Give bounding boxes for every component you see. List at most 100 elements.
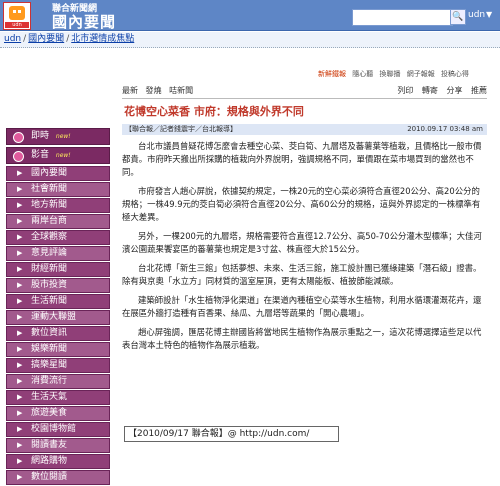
paragraph: 建築師設計「水生植物淨化渠道」在渠道內種植空心菜等水生植物，利用水循環灌溉花卉，… <box>122 295 482 318</box>
chevron-right-icon: ▶ <box>17 201 23 209</box>
paragraph: 台北市議員曾疑花博怎麼會去種空心菜、茭白筍、九層塔及蕃薯葉等植栽，且價格比一般市… <box>122 141 482 177</box>
article-signature: 【2010/09/17 聯合報】@ http://udn.com/ <box>124 426 339 442</box>
sidebar-subitem-label: 意見評論 <box>31 248 68 258</box>
paragraph: 趙心屏強調，匯居花博主辦國皆將當地民生植物作為展示重點之一，這次花博選擇這些足以… <box>122 327 482 350</box>
breadcrumb-udn[interactable]: udn <box>4 34 21 44</box>
article-source: 【聯合報／記者錢震宇／台北報導】 <box>125 125 237 133</box>
sidebar-item-label: 影音 <box>31 150 50 160</box>
toplink-0[interactable]: 新鮮鐵報 <box>318 70 346 78</box>
breadcrumb-topic[interactable]: 北市選情成焦點 <box>71 34 134 44</box>
sidebar-subitem[interactable]: ▶ 全球觀察 <box>6 230 110 245</box>
chevron-right-icon: ▶ <box>17 297 23 305</box>
article-body: 台北市議員曾疑花博怎麼會去種空心菜、茭白筍、九層塔及蕃薯葉等植栽，且價格比一般市… <box>122 140 487 358</box>
sidebar-subitem-label: 社會新聞 <box>31 184 68 194</box>
article-meta: 【聯合報／記者錢震宇／台北報導】 2010.09.17 03:48 am <box>122 124 487 135</box>
sidebar-subitem[interactable]: ▶ 消費流行 <box>6 374 110 389</box>
tab-hot[interactable]: 發燒 <box>146 86 162 95</box>
chevron-right-icon: ▶ <box>17 393 23 401</box>
chevron-right-icon: ▶ <box>17 249 23 257</box>
sidebar-subitem[interactable]: ▶ 網路購物 <box>6 454 110 469</box>
sidebar-subitem[interactable]: ▶ 生活天氣 <box>6 390 110 405</box>
chevron-right-icon: ▶ <box>17 409 23 417</box>
sidebar-subitem[interactable]: ▶ 國內要聞 <box>6 166 110 181</box>
sidebar-subitem[interactable]: ▶ 搞樂星聞 <box>6 358 110 373</box>
section-title[interactable]: 國內要聞 <box>52 11 116 32</box>
sidebar-subitem[interactable]: ▶ 閱讀書友 <box>6 438 110 453</box>
sidebar-subitems: ▶ 國內要聞 ▶ 社會新聞 ▶ 地方新聞 ▶ 兩岸台商 ▶ 全球觀察 ▶ 意見評論 ▶ 財經新聞 ▶ 股市投資… <box>6 166 110 485</box>
sidebar-subitem-label: 全球觀察 <box>31 232 68 242</box>
sidebar-subitem[interactable]: ▶ 數位閱讀 <box>6 470 110 485</box>
chevron-right-icon: ▶ <box>17 217 23 225</box>
logo-tag: udn <box>5 22 29 28</box>
sidebar-subitem-label: 運動大聯盟 <box>31 312 77 322</box>
sidebar-subitem-label: 生活新聞 <box>31 296 68 306</box>
sidebar-subitem[interactable]: ▶ 地方新聞 <box>6 198 110 213</box>
bullet-icon <box>13 151 24 162</box>
sidebar-subitem-label: 校園博物館 <box>31 424 77 434</box>
site-header: udn 聯合新聞網 國內要聞 🔍 udn ▼ <box>0 0 500 31</box>
new-badge: new! <box>55 133 71 140</box>
top-links: 新鮮鐵報 隨心聽 換聯播 網子報報 投稿心得 <box>318 69 473 79</box>
toplink-4[interactable]: 投稿心得 <box>441 70 469 78</box>
sidebar-subitem[interactable]: ▶ 財經新聞 <box>6 262 110 277</box>
sidebar-subitem[interactable]: ▶ 旅遊美食 <box>6 406 110 421</box>
toplink-3[interactable]: 網子報報 <box>407 70 435 78</box>
sidebar-subitem[interactable]: ▶ 社會新聞 <box>6 182 110 197</box>
chevron-down-icon[interactable]: ▼ <box>486 10 492 19</box>
sidebar-subitem-label: 財經新聞 <box>31 264 68 274</box>
chevron-right-icon: ▶ <box>17 473 23 481</box>
toplink-2[interactable]: 換聯播 <box>379 70 400 78</box>
search-button[interactable]: 🔍 <box>450 9 466 25</box>
article-title: 花博空心菜香 市府：規格與外界不同 <box>124 105 304 118</box>
search-input[interactable] <box>352 9 453 26</box>
sidebar-subitem-label: 數位資訊 <box>31 328 68 338</box>
sidebar-subitem-label: 兩岸台商 <box>31 216 68 226</box>
share-button[interactable]: 分享 <box>446 86 462 95</box>
forward-button[interactable]: 轉寄 <box>422 86 438 95</box>
sidebar-subitem-label: 數位閱讀 <box>31 472 68 482</box>
paragraph: 市府發言人趙心屏說，依據契約規定，一株20元的空心菜必須符合直徑20公分、高20… <box>122 186 481 222</box>
bullet-icon <box>13 132 24 143</box>
sidebar-subitem-label: 搞樂星聞 <box>31 360 68 370</box>
breadcrumb-domestic[interactable]: 國內要聞 <box>28 34 64 44</box>
recommend-button[interactable]: 推薦 <box>471 86 487 95</box>
chevron-right-icon: ▶ <box>17 425 23 433</box>
logo-face-icon <box>9 6 25 20</box>
sidebar-subitem[interactable]: ▶ 運動大聯盟 <box>6 310 110 325</box>
sidebar-subitem-label: 國內要聞 <box>31 168 68 178</box>
article-date: 2010.09.17 03:48 am <box>407 125 483 133</box>
sidebar-subitem[interactable]: ▶ 兩岸台商 <box>6 214 110 229</box>
sidebar-subitem[interactable]: ▶ 股市投資 <box>6 278 110 293</box>
divider <box>122 98 487 99</box>
sidebar-subitem-label: 股市投資 <box>31 280 68 290</box>
search-scope-select[interactable]: udn <box>468 10 485 20</box>
print-button[interactable]: 列印 <box>397 86 413 95</box>
sidebar-subitem[interactable]: ▶ 娛樂新聞 <box>6 342 110 357</box>
sidebar-subitem-label: 網路購物 <box>31 456 68 466</box>
sidebar-subitem-label: 旅遊美食 <box>31 408 68 418</box>
sidebar-item-realtime[interactable]: 即時 new! <box>6 128 110 145</box>
sidebar-subitem[interactable]: ▶ 數位資訊 <box>6 326 110 341</box>
sidebar-item-video[interactable]: 影音 new! <box>6 147 110 164</box>
chevron-right-icon: ▶ <box>17 441 23 449</box>
toplink-1[interactable]: 隨心聽 <box>352 70 373 78</box>
new-badge: new! <box>55 152 71 159</box>
sidebar-subitem[interactable]: ▶ 校園博物館 <box>6 422 110 437</box>
sidebar-subitem-label: 閱讀書友 <box>31 440 68 450</box>
chevron-right-icon: ▶ <box>17 457 23 465</box>
chevron-right-icon: ▶ <box>17 185 23 193</box>
tab-talk[interactable]: 咭新聞 <box>169 86 193 95</box>
chevron-right-icon: ▶ <box>17 361 23 369</box>
chevron-right-icon: ▶ <box>17 345 23 353</box>
article-toolbar: 最新 發燒 咭新聞 列印 轉寄 分享 推薦 <box>122 84 487 98</box>
chevron-right-icon: ▶ <box>17 233 23 241</box>
sidebar-subitem[interactable]: ▶ 生活新聞 <box>6 294 110 309</box>
chevron-right-icon: ▶ <box>17 329 23 337</box>
sidebar-subitem-label: 地方新聞 <box>31 200 68 210</box>
tab-latest[interactable]: 最新 <box>122 86 138 95</box>
sidebar-subitem-label: 娛樂新聞 <box>31 344 68 354</box>
udn-logo[interactable]: udn <box>3 2 31 30</box>
sidebar-subitem[interactable]: ▶ 意見評論 <box>6 246 110 261</box>
sidebar-subitem-label: 生活天氣 <box>31 392 68 402</box>
chevron-right-icon: ▶ <box>17 265 23 273</box>
